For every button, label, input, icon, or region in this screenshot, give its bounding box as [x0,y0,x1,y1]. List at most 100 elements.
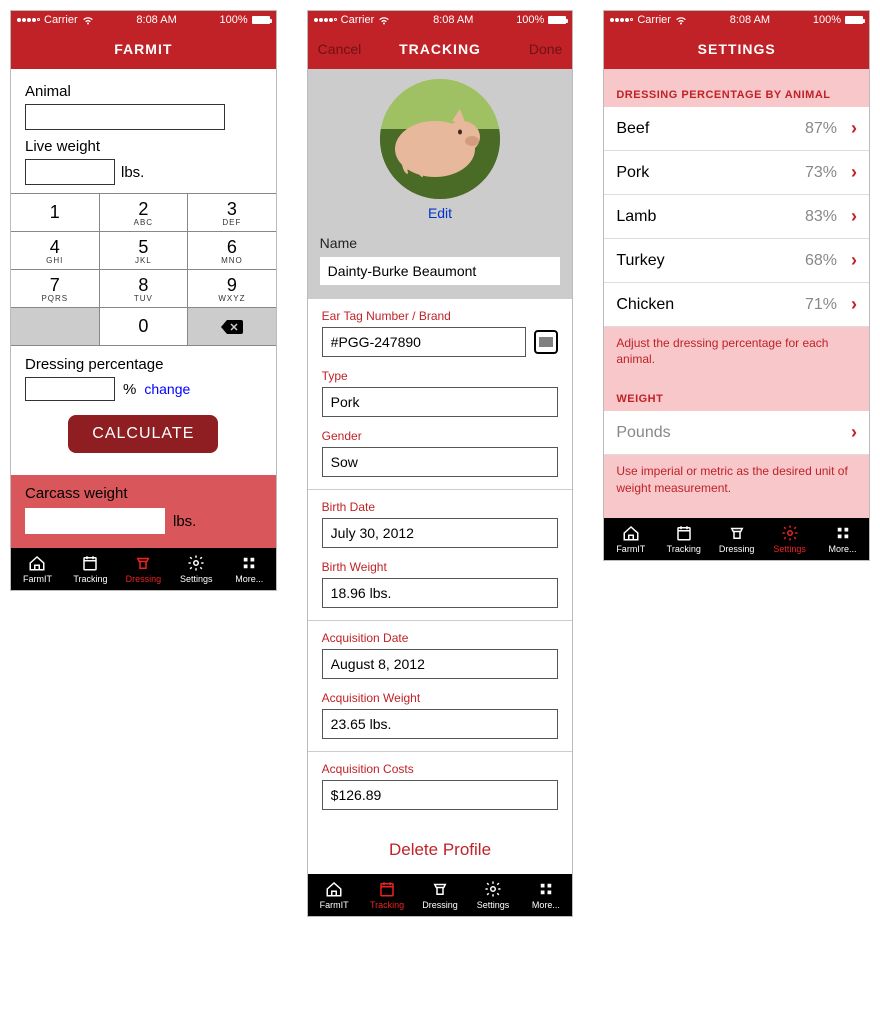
tab-more[interactable]: More... [223,548,276,590]
acq-weight-input[interactable] [322,709,559,739]
animal-pct: 87% [805,120,837,138]
acq-date-input[interactable] [322,649,559,679]
scan-barcode-button[interactable] [534,330,558,354]
battery-pct: 100% [813,14,841,26]
animal-pct: 71% [805,296,837,314]
live-weight-label: Live weight [25,138,262,155]
key-7[interactable]: 7PQRS [11,270,100,308]
carcass-weight-output [25,508,165,534]
backspace-icon [221,320,243,334]
tab-farmit[interactable]: FarmIT [604,518,657,560]
tab-more[interactable]: More... [816,518,869,560]
battery-pct: 100% [516,14,544,26]
scale-icon [430,880,450,898]
birth-weight-input[interactable] [322,578,559,608]
acq-weight-label: Acquisition Weight [322,691,559,705]
chevron-right-icon: › [851,162,857,183]
key-9[interactable]: 9WXYZ [188,270,276,308]
wifi-icon [82,16,94,25]
key-blank [11,308,100,346]
tab-tracking[interactable]: Tracking [361,874,414,916]
name-input[interactable] [320,257,561,285]
tab-tracking[interactable]: Tracking [64,548,117,590]
acq-costs-input[interactable] [322,780,559,810]
wifi-icon [675,16,687,25]
key-2[interactable]: 2ABC [100,194,189,232]
key-backspace[interactable] [188,308,276,346]
grid-icon [536,880,556,898]
edit-photo-link[interactable]: Edit [428,205,452,221]
key-1[interactable]: 1 [11,194,100,232]
key-0[interactable]: 0 [100,308,189,346]
tab-more[interactable]: More... [519,874,572,916]
gender-label: Gender [322,429,559,443]
pig-icon [380,79,500,199]
animal-input[interactable] [25,104,225,130]
dressing-row-chicken[interactable]: Chicken 71% › [604,283,869,327]
barn-icon [27,554,47,572]
tab-farmit[interactable]: FarmIT [11,548,64,590]
tab-settings[interactable]: Settings [170,548,223,590]
dressing-row-turkey[interactable]: Turkey 68% › [604,239,869,283]
key-6[interactable]: 6MNO [188,232,276,270]
change-link[interactable]: change [144,381,190,397]
clock: 8:08 AM [730,14,770,26]
key-5[interactable]: 5JKL [100,232,189,270]
eartag-label: Ear Tag Number / Brand [322,309,559,323]
numeric-keypad: 1 2ABC 3DEF 4GHI 5JKL 6MNO 7PQRS 8TUV 9W… [11,193,276,346]
animal-label: Animal [25,83,262,100]
key-4[interactable]: 4GHI [11,232,100,270]
type-input[interactable] [322,387,559,417]
key-3[interactable]: 3DEF [188,194,276,232]
cancel-button[interactable]: Cancel [308,29,372,69]
carcass-weight-label: Carcass weight [25,485,128,502]
dressing-footnote: Adjust the dressing percentage for each … [604,327,869,383]
gear-icon [483,880,503,898]
grid-icon [833,524,853,542]
animal-name: Beef [616,120,649,138]
dressing-row-pork[interactable]: Pork 73% › [604,151,869,195]
tab-dressing[interactable]: Dressing [414,874,467,916]
weight-unit-row[interactable]: Pounds › [604,411,869,455]
tab-dressing[interactable]: Dressing [710,518,763,560]
animal-pct: 83% [805,208,837,226]
tab-tracking[interactable]: Tracking [657,518,710,560]
battery-icon [845,16,863,24]
tab-settings[interactable]: Settings [763,518,816,560]
chevron-right-icon: › [851,294,857,315]
birth-weight-label: Birth Weight [322,560,559,574]
birth-date-input[interactable] [322,518,559,548]
gear-icon [780,524,800,542]
calendar-icon [80,554,100,572]
dressing-pct-input[interactable] [25,377,115,401]
unit-lbs-2: lbs. [173,513,196,530]
type-label: Type [322,369,559,383]
carrier-label: Carrier [44,14,78,26]
section-header-weight: WEIGHT [604,383,869,411]
key-8[interactable]: 8TUV [100,270,189,308]
battery-icon [252,16,270,24]
barcode-icon [539,336,553,348]
done-button[interactable]: Done [519,29,572,69]
profile-photo[interactable] [380,79,500,199]
nav-bar: Cancel TRACKING Done [308,29,573,69]
delete-profile-button[interactable]: Delete Profile [308,830,573,874]
weight-unit-value: Pounds [616,424,670,442]
acq-costs-label: Acquisition Costs [322,762,559,776]
dressing-row-lamb[interactable]: Lamb 83% › [604,195,869,239]
calendar-icon [377,880,397,898]
tab-dressing[interactable]: Dressing [117,548,170,590]
calculate-button[interactable]: CALCULATE [68,415,218,453]
tab-settings[interactable]: Settings [466,874,519,916]
wifi-icon [378,16,390,25]
gender-input[interactable] [322,447,559,477]
live-weight-input[interactable] [25,159,115,185]
signal-dots [314,18,337,22]
acq-date-label: Acquisition Date [322,631,559,645]
dressing-row-beef[interactable]: Beef 87% › [604,107,869,151]
chevron-right-icon: › [851,118,857,139]
tab-farmit[interactable]: FarmIT [308,874,361,916]
status-bar: Carrier 8:08 AM 100% [11,11,276,29]
barn-icon [621,524,641,542]
eartag-input[interactable] [322,327,527,357]
